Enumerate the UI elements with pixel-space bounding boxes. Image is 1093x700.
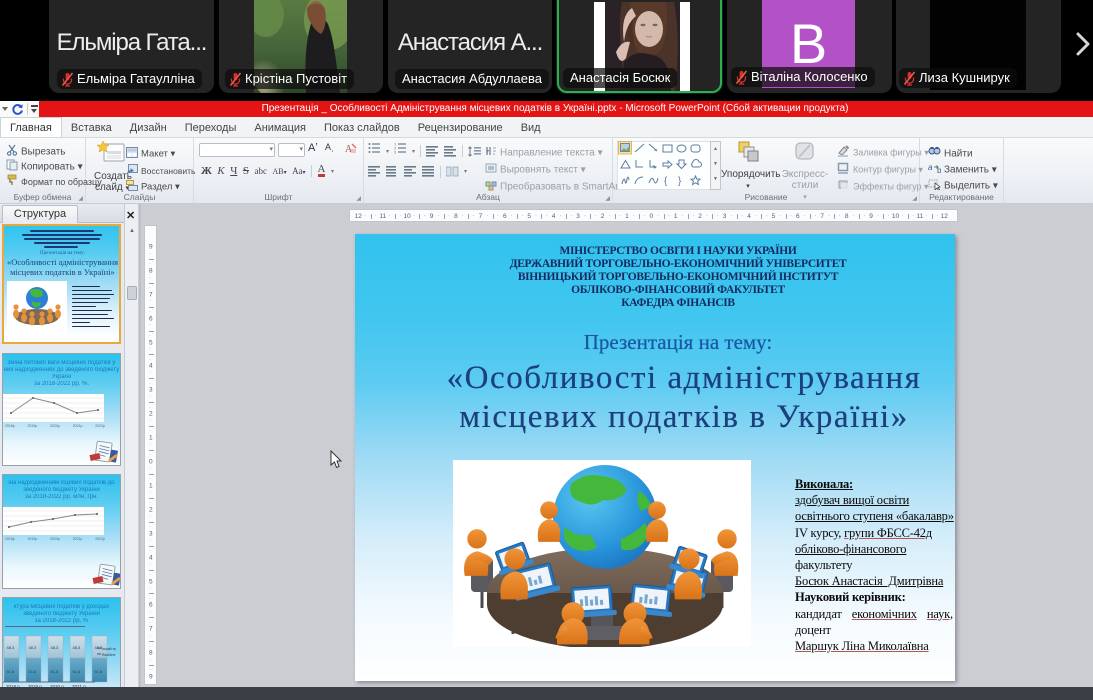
svg-text:51,6: 51,6 <box>29 669 38 674</box>
svg-text:51,6: 51,6 <box>51 669 60 674</box>
svg-text:51,6: 51,6 <box>95 669 104 674</box>
svg-text:48,3: 48,3 <box>29 645 38 650</box>
svg-text:51,6: 51,6 <box>73 669 82 674</box>
svg-text:48,3: 48,3 <box>7 645 16 650</box>
svg-text:48,3: 48,3 <box>51 645 60 650</box>
svg-text:48,3: 48,3 <box>73 645 82 650</box>
svg-text:a: a <box>928 163 933 172</box>
svg-text:3: 3 <box>394 150 397 155</box>
svg-text:Različne найми: Različne найми <box>102 653 116 657</box>
svg-text:b: b <box>937 166 941 174</box>
svg-text:51,6: 51,6 <box>7 669 16 674</box>
svg-text:Інший податок: Інший податок <box>102 647 116 651</box>
